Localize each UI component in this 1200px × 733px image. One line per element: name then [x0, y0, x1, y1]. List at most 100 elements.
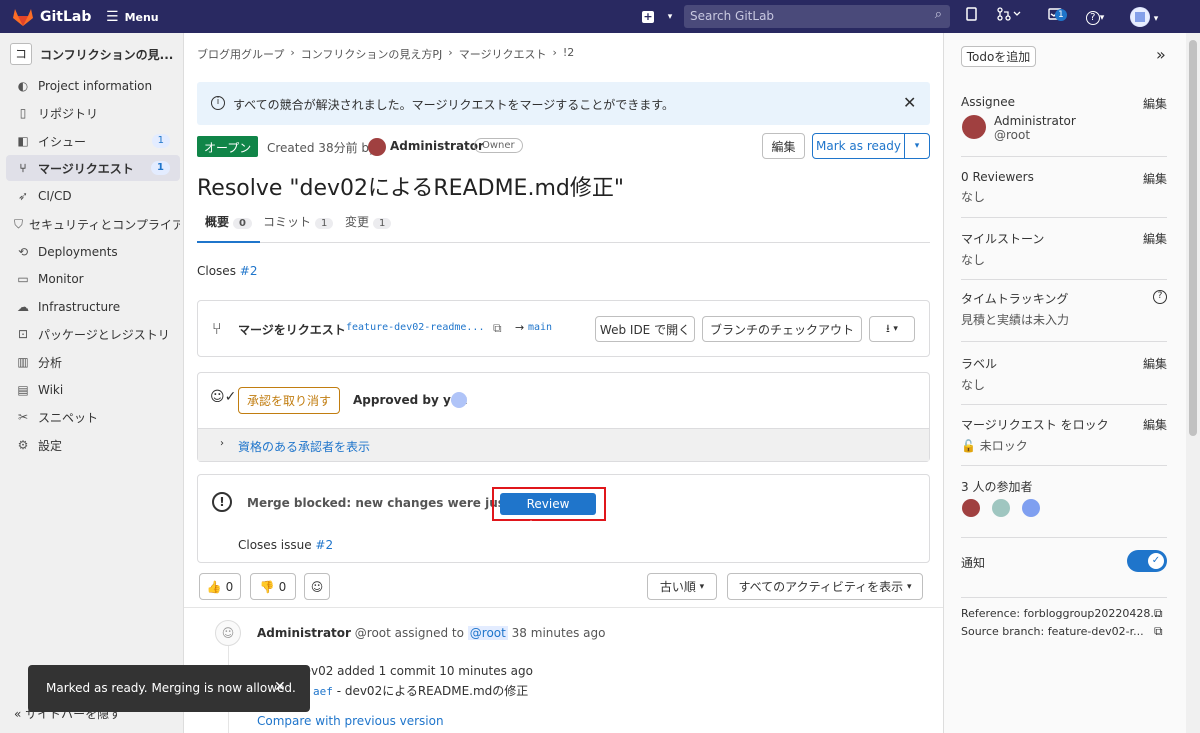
sidebar-item-settings[interactable]: ⚙ 設定	[6, 432, 180, 458]
closes-issue-link[interactable]: #2	[240, 264, 258, 278]
sidebar-item-security[interactable]: ⛉ セキュリティとコンプライアン	[6, 211, 180, 237]
close-icon[interactable]: ✕	[903, 93, 916, 112]
user-avatar-menu[interactable]: ▾	[1126, 7, 1162, 27]
author-name[interactable]: Administrator	[390, 139, 484, 153]
merge-requests-nav-icon[interactable]	[994, 7, 1024, 27]
close-icon[interactable]: ✕	[274, 679, 286, 695]
review-changes-button[interactable]: Review changes	[500, 493, 596, 533]
sidebar-item-wiki[interactable]: ▤ Wiki	[6, 377, 180, 403]
sidebar-item-issues[interactable]: ◧ イシュー 1	[6, 128, 180, 154]
tab-overview[interactable]: 概要 0	[197, 205, 260, 243]
checkout-branch-button[interactable]: ブランチのチェックアウト	[702, 316, 862, 342]
copy-icon[interactable]: ⧉	[493, 321, 502, 336]
participant-avatar[interactable]	[962, 499, 980, 517]
status-badge: オープン	[197, 136, 259, 157]
top-navigation-bar: GitLab ☰ Menu + ▾ Search GitLab ⌕ 1 ? ▾ ▾	[0, 0, 1200, 33]
sidebar-item-repository[interactable]: ▯ リポジトリ	[6, 100, 180, 126]
activity-author[interactable]: Administrator	[257, 626, 351, 640]
lock-value: 未ロック	[979, 439, 1028, 453]
approver-avatar[interactable]	[451, 392, 467, 408]
scrollbar-thumb[interactable]	[1189, 40, 1197, 436]
copy-icon[interactable]: ⧉	[1154, 624, 1163, 639]
sidebar-item-label: スニペット	[38, 410, 99, 425]
activity-filter-dropdown[interactable]: すべてのアクティビティを表示 ▾	[727, 573, 923, 600]
breadcrumb-group[interactable]: ブログ用グループ	[197, 46, 284, 62]
show-approvers-row[interactable]: › 資格のある承認者を表示	[198, 428, 929, 461]
sidebar-item-analytics[interactable]: ▥ 分析	[6, 349, 180, 375]
issues-nav-icon[interactable]	[962, 7, 982, 27]
edit-labels-link[interactable]: 編集	[1143, 355, 1167, 372]
todos-nav-icon[interactable]: 1	[1042, 7, 1068, 27]
merge-request-label: マージをリクエスト	[238, 323, 346, 337]
sidebar-item-packages[interactable]: ⊡ パッケージとレジストリ	[6, 321, 180, 347]
sidebar-item-project-information[interactable]: ◐ Project information	[6, 73, 180, 99]
help-icon[interactable]: ?	[1153, 290, 1167, 304]
collapse-sidebar-icon[interactable]: »	[1156, 45, 1166, 64]
alert-text: すべての競合が解決されました。マージリクエストをマージすることができます。	[233, 98, 675, 112]
edit-assignee-link[interactable]: 編集	[1143, 95, 1167, 112]
sidebar-item-label: イシュー	[38, 134, 87, 149]
assignee-name[interactable]: Administrator	[994, 114, 1076, 128]
sidebar-item-merge-requests[interactable]: ⑂ マージリクエスト 1	[6, 155, 180, 181]
check-icon: ✓	[1148, 553, 1164, 569]
time-tracking-title: タイムトラッキング	[961, 292, 1069, 306]
assignee-avatar[interactable]	[962, 115, 986, 139]
chevron-down-icon[interactable]: ▾	[660, 7, 680, 27]
breadcrumb-project[interactable]: コンフリクションの見え方PJ	[301, 46, 443, 62]
breadcrumb-merge-requests[interactable]: マージリクエスト	[459, 46, 547, 62]
mark-as-ready-button[interactable]: Mark as ready	[812, 133, 905, 159]
sidebar-item-cicd[interactable]: ➶ CI/CD	[6, 183, 180, 209]
divider	[184, 607, 943, 608]
breadcrumb-mr-id[interactable]: !2	[563, 46, 574, 62]
activity-target-link[interactable]: @root	[467, 626, 508, 640]
gitlab-home-link[interactable]: GitLab	[12, 7, 91, 27]
help-icon[interactable]: ? ▾	[1080, 7, 1110, 27]
thumbs-down-button[interactable]: 👎 0	[250, 573, 296, 600]
edit-milestone-link[interactable]: 編集	[1143, 230, 1167, 247]
edit-lock-link[interactable]: 編集	[1143, 416, 1167, 433]
web-ide-button[interactable]: Web IDE で開く	[595, 316, 695, 342]
thumbs-up-count: 0	[225, 579, 234, 594]
sidebar-item-infrastructure[interactable]: ☁ Infrastructure	[6, 294, 180, 320]
add-todo-button[interactable]: Todoを追加	[961, 46, 1036, 67]
commit-message: - dev02によるREADME.mdの修正	[332, 684, 529, 698]
todo-count-badge: 1	[1055, 9, 1067, 21]
source-branch-link[interactable]: feature-dev02-readme...	[346, 322, 484, 333]
revoke-approval-button[interactable]: 承認を取り消す	[238, 387, 340, 414]
book-icon: ▤	[17, 383, 29, 397]
thumbs-up-button[interactable]: 👍 0	[199, 573, 241, 600]
notifications-toggle[interactable]: ✓	[1127, 550, 1167, 572]
compare-previous-link[interactable]: Compare with previous version	[257, 714, 444, 728]
menu-label: Menu	[124, 10, 159, 24]
unlock-icon: 🔓	[961, 439, 976, 453]
merge-request-card: ⑂ マージをリクエスト feature-dev02-readme... ⧉ → …	[197, 300, 930, 357]
edit-reviewers-link[interactable]: 編集	[1143, 170, 1167, 187]
show-approvers-link[interactable]: 資格のある承認者を表示	[238, 438, 370, 455]
add-reaction-button[interactable]: ☺	[304, 573, 330, 600]
project-name[interactable]: コンフリクションの見...	[40, 46, 173, 63]
sidebar-item-monitor[interactable]: ▭ Monitor	[6, 266, 180, 292]
sidebar-item-deployments[interactable]: ⟲ Deployments	[6, 239, 180, 265]
tab-commits[interactable]: コミット 1	[255, 205, 341, 243]
create-new-icon[interactable]: +	[638, 7, 658, 27]
merge-request-icon: ⑂	[212, 319, 222, 338]
labels-title: ラベル	[961, 357, 998, 371]
sort-dropdown[interactable]: 古い順 ▾	[647, 573, 717, 600]
sort-label: 古い順	[659, 580, 696, 594]
sidebar-item-snippets[interactable]: ✂ スニペット	[6, 404, 180, 430]
participant-avatar[interactable]	[1022, 499, 1040, 517]
author-avatar[interactable]	[368, 138, 386, 156]
chart-icon: ▥	[17, 355, 29, 369]
copy-icon[interactable]: ⧉	[1154, 606, 1163, 621]
target-branch-link[interactable]: main	[528, 322, 552, 333]
chevron-down-icon[interactable]: ▾	[904, 133, 930, 159]
closes-issue-link[interactable]: #2	[315, 538, 333, 552]
edit-button[interactable]: 編集	[762, 133, 805, 159]
commit-sha-link[interactable]: aef	[313, 685, 333, 698]
participant-avatar[interactable]	[992, 499, 1010, 517]
tab-changes[interactable]: 変更 1	[337, 205, 399, 243]
download-dropdown[interactable]: ⭳ ▾	[869, 316, 915, 342]
search-input[interactable]: Search GitLab ⌕	[684, 5, 950, 28]
menu-button[interactable]: ☰ Menu	[106, 9, 159, 25]
commit-activity-text: dev02 added 1 commit 10 minutes ago	[296, 664, 533, 678]
